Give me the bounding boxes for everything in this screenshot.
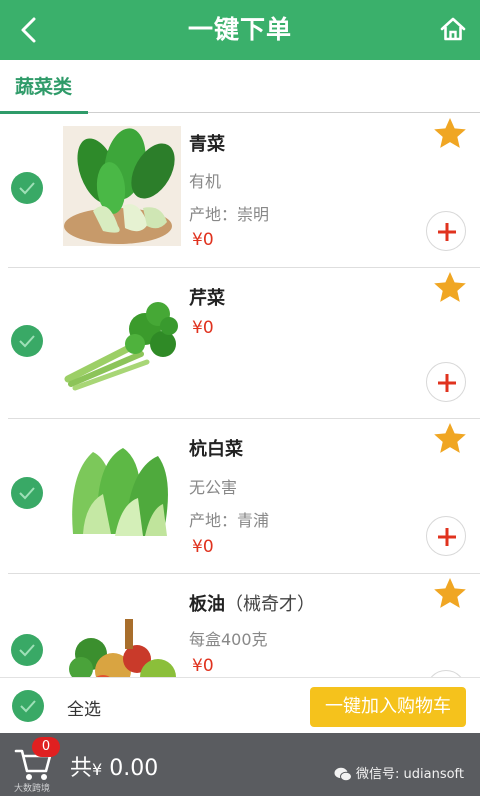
- product-price: ¥0: [192, 318, 214, 338]
- product-image-banyou: [63, 599, 181, 677]
- favorite-star-icon[interactable]: [433, 576, 467, 610]
- add-to-cart-button[interactable]: [426, 362, 466, 402]
- product-detail: 无公害: [189, 478, 238, 497]
- product-name: 板油（械奇才）: [189, 594, 315, 615]
- wechat-watermark: 微信号: udiansoft: [334, 763, 464, 782]
- cart-footer: 0 大数跨境 共¥ 0.00 微信号: udiansoft: [0, 733, 480, 796]
- add-to-cart-button[interactable]: [426, 516, 466, 556]
- product-name: 杭白菜: [189, 439, 243, 460]
- cart-total: 共¥ 0.00: [70, 750, 158, 782]
- product-origin: 产地：青浦: [189, 511, 270, 530]
- product-price: ¥0: [192, 537, 214, 557]
- product-price: ¥0: [192, 656, 214, 676]
- product-image-hangbaicai: [63, 434, 181, 554]
- product-item: 芹菜 ¥0: [0, 268, 480, 419]
- product-alias: （械奇才）: [225, 594, 315, 615]
- home-icon[interactable]: [438, 14, 468, 44]
- product-item: 杭白菜 无公害 产地：青浦 ¥0: [0, 419, 480, 574]
- product-price: ¥0: [192, 230, 214, 250]
- item-checkbox[interactable]: [11, 634, 43, 666]
- category-tabs: 蔬菜类: [0, 60, 480, 114]
- total-prefix: 共: [70, 756, 93, 781]
- add-to-cart-button[interactable]: [426, 211, 466, 251]
- wechat-icon: [334, 767, 352, 782]
- favorite-star-icon[interactable]: [433, 270, 467, 304]
- total-amount: 0.00: [109, 756, 159, 781]
- favorite-star-icon[interactable]: [433, 421, 467, 455]
- select-all-checkbox[interactable]: [12, 690, 44, 722]
- select-all-label[interactable]: 全选: [67, 695, 101, 720]
- item-checkbox[interactable]: [11, 477, 43, 509]
- product-item: 板油（械奇才） 每盒400克 ¥0: [0, 574, 480, 677]
- currency-symbol: ¥: [92, 760, 103, 779]
- tab-label: 蔬菜类: [15, 76, 73, 98]
- item-checkbox[interactable]: [11, 325, 43, 357]
- product-name: 青菜: [189, 134, 225, 155]
- product-origin: 产地：崇明: [189, 205, 270, 224]
- favorite-star-icon[interactable]: [433, 116, 467, 150]
- product-list[interactable]: 青菜 有机 产地：崇明 ¥0 芹菜 ¥0 杭白菜 无公害 产地：青浦 ¥0 板油…: [0, 114, 480, 677]
- product-detail: 每盒400克: [189, 630, 268, 649]
- watermark-small: 大数跨境: [14, 784, 51, 794]
- add-all-to-cart-button[interactable]: 一键加入购物车: [310, 687, 466, 727]
- item-checkbox[interactable]: [11, 172, 43, 204]
- page-title: 一键下单: [187, 15, 292, 44]
- product-image-qincai: [63, 284, 181, 404]
- product-name: 芹菜: [189, 288, 225, 309]
- header: 一键下单: [0, 0, 480, 60]
- add-to-cart-button[interactable]: [426, 670, 466, 677]
- tab-vegetables[interactable]: 蔬菜类: [0, 60, 88, 114]
- wechat-id: 微信号: udiansoft: [356, 767, 464, 782]
- product-image-qingcai: [63, 126, 181, 246]
- bottom-action-bar: 全选 一键加入购物车: [0, 677, 480, 733]
- cart-count-badge: 0: [32, 737, 60, 757]
- product-item: 青菜 有机 产地：崇明 ¥0: [0, 114, 480, 268]
- product-detail: 有机: [189, 172, 222, 191]
